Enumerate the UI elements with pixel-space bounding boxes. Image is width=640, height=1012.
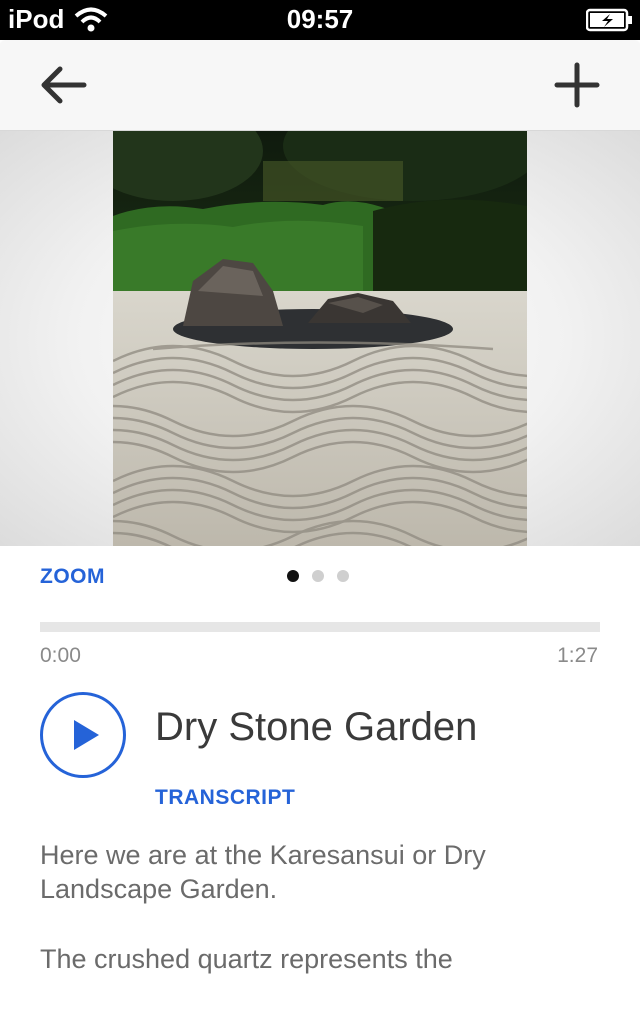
stop-title: Dry Stone Garden	[155, 705, 478, 749]
plus-icon[interactable]	[552, 62, 602, 108]
play-button[interactable]	[40, 692, 126, 778]
battery-charging-icon	[586, 8, 632, 32]
play-icon	[74, 720, 99, 750]
status-bar: iPod 09:57	[0, 0, 640, 40]
arrow-left-icon[interactable]	[36, 62, 92, 108]
transcript-button[interactable]: TRANSCRIPT	[155, 786, 295, 810]
page-dot-3[interactable]	[337, 570, 349, 582]
image-viewer[interactable]	[0, 131, 640, 546]
transcript-paragraph: Here we are at the Karesansui or Dry Lan…	[40, 840, 486, 904]
garden-photo[interactable]	[113, 131, 527, 546]
transcript-paragraph: The crushed quartz represents the	[40, 944, 453, 974]
page-dot-1[interactable]	[287, 570, 299, 582]
zoom-button[interactable]: ZOOM	[40, 565, 105, 589]
clock: 09:57	[286, 4, 354, 34]
audio-progress-bar[interactable]	[40, 622, 600, 632]
current-time: 0:00	[40, 644, 81, 667]
transcript-text: Here we are at the Karesansui or Dry Lan…	[40, 838, 600, 1012]
nav-bar	[0, 40, 640, 131]
garden-image	[113, 131, 527, 546]
page-indicator[interactable]	[287, 570, 349, 582]
total-time: 1:27	[557, 644, 598, 667]
page-dot-2[interactable]	[312, 570, 324, 582]
